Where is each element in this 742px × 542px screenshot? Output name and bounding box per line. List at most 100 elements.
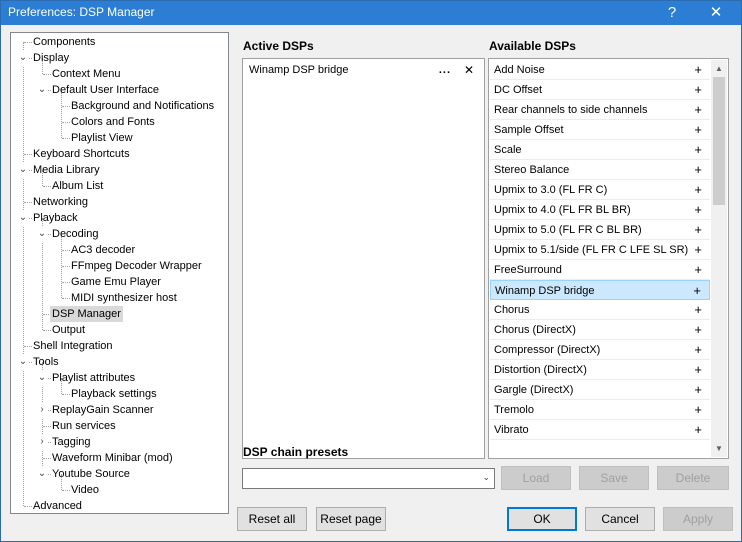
add-dsp-icon[interactable]: + bbox=[694, 180, 702, 200]
help-button[interactable]: ? bbox=[657, 1, 687, 25]
available-dsp-item[interactable]: Chorus + bbox=[490, 300, 710, 320]
available-dsp-item[interactable]: Tremolo + bbox=[490, 400, 710, 420]
tree-item[interactable]: ⌄ Decoding bbox=[11, 226, 228, 242]
tree-item[interactable]: DSP Manager bbox=[11, 306, 228, 322]
tree-item[interactable]: Video bbox=[11, 482, 228, 498]
save-preset-button[interactable]: Save bbox=[579, 466, 649, 490]
tree-item[interactable]: Keyboard Shortcuts bbox=[11, 146, 228, 162]
chevron-down-icon[interactable]: ⌄ bbox=[18, 210, 28, 226]
add-dsp-icon[interactable]: + bbox=[694, 120, 702, 140]
tree-item[interactable]: › Tagging bbox=[11, 434, 228, 450]
tree-item[interactable]: Playback settings bbox=[11, 386, 228, 402]
close-button[interactable]: ✕ bbox=[701, 1, 731, 25]
apply-button[interactable]: Apply bbox=[663, 507, 733, 531]
tree-item[interactable]: Output bbox=[11, 322, 228, 338]
add-dsp-icon[interactable]: + bbox=[694, 160, 702, 180]
available-dsp-item[interactable]: Rear channels to side channels + bbox=[490, 100, 710, 120]
available-dsp-item[interactable]: Chorus (DirectX) + bbox=[490, 320, 710, 340]
tree-item[interactable]: Components bbox=[11, 34, 228, 50]
available-dsp-item[interactable]: Upmix to 4.0 (FL FR BL BR) + bbox=[490, 200, 710, 220]
add-dsp-icon[interactable]: + bbox=[694, 140, 702, 160]
tree-item[interactable]: Playlist View bbox=[11, 130, 228, 146]
available-dsp-item[interactable]: Winamp DSP bridge + bbox=[490, 280, 710, 300]
add-dsp-icon[interactable]: + bbox=[694, 220, 702, 240]
available-dsp-item[interactable]: Stereo Balance + bbox=[490, 160, 710, 180]
add-dsp-icon[interactable]: + bbox=[694, 240, 702, 260]
available-dsp-item[interactable]: Compressor (DirectX) + bbox=[490, 340, 710, 360]
tree-item[interactable]: Networking bbox=[11, 194, 228, 210]
chevron-right-icon[interactable]: › bbox=[37, 402, 47, 418]
tree-item[interactable]: ⌄ Tools bbox=[11, 354, 228, 370]
load-preset-button[interactable]: Load bbox=[501, 466, 571, 490]
add-dsp-icon[interactable]: + bbox=[693, 281, 701, 301]
presets-combo[interactable]: ⌄ bbox=[242, 468, 495, 489]
add-dsp-icon[interactable]: + bbox=[694, 380, 702, 400]
tree-item[interactable]: FFmpeg Decoder Wrapper bbox=[11, 258, 228, 274]
available-dsp-item[interactable]: Vibrato + bbox=[490, 420, 710, 440]
tree-item[interactable]: ⌄ Default User Interface bbox=[11, 82, 228, 98]
available-dsp-item[interactable]: Upmix to 5.0 (FL FR C BL BR) + bbox=[490, 220, 710, 240]
active-dsps-list[interactable]: Winamp DSP bridge ... ✕ bbox=[242, 58, 485, 459]
available-dsp-item[interactable]: FreeSurround + bbox=[490, 260, 710, 280]
add-dsp-icon[interactable]: + bbox=[694, 300, 702, 320]
cancel-button[interactable]: Cancel bbox=[585, 507, 655, 531]
tree-item[interactable]: MIDI synthesizer host bbox=[11, 290, 228, 306]
available-dsps-list[interactable]: Add Noise + DC Offset + Rear channels to sid… bbox=[488, 58, 729, 459]
available-dsp-item[interactable]: Add Noise + bbox=[490, 60, 710, 80]
ok-button[interactable]: OK bbox=[507, 507, 577, 531]
tree-item[interactable]: ⌄ Playlist attributes bbox=[11, 370, 228, 386]
add-dsp-icon[interactable]: + bbox=[694, 80, 702, 100]
tree-item[interactable]: Waveform Minibar (mod) bbox=[11, 450, 228, 466]
chevron-down-icon[interactable]: ⌄ bbox=[37, 370, 47, 386]
delete-preset-button[interactable]: Delete bbox=[657, 466, 729, 490]
configure-dsp-button[interactable]: ... bbox=[439, 60, 451, 80]
chevron-down-icon[interactable]: ⌄ bbox=[37, 226, 47, 242]
chevron-down-icon[interactable]: ⌄ bbox=[37, 466, 47, 482]
available-dsp-item[interactable]: Distortion (DirectX) + bbox=[490, 360, 710, 380]
tree-item[interactable]: › ReplayGain Scanner bbox=[11, 402, 228, 418]
add-dsp-icon[interactable]: + bbox=[694, 340, 702, 360]
tree-item[interactable]: Background and Notifications bbox=[11, 98, 228, 114]
preferences-tree[interactable]: Components ⌄ Display Context Menu ⌄ Default U… bbox=[10, 32, 229, 514]
chevron-down-icon[interactable]: ⌄ bbox=[482, 472, 490, 483]
scroll-down-icon[interactable]: ▼ bbox=[711, 440, 727, 457]
available-dsp-item[interactable]: DC Offset + bbox=[490, 80, 710, 100]
reset-all-button[interactable]: Reset all bbox=[237, 507, 307, 531]
scrollbar-thumb[interactable] bbox=[713, 77, 725, 205]
tree-item[interactable]: Advanced bbox=[11, 498, 228, 513]
available-dsp-item[interactable]: Scale + bbox=[490, 140, 710, 160]
available-dsp-item[interactable]: Upmix to 5.1/side (FL FR C LFE SL SR) + bbox=[490, 240, 710, 260]
active-dsp-item[interactable]: Winamp DSP bridge ... ✕ bbox=[244, 60, 483, 80]
add-dsp-icon[interactable]: + bbox=[694, 360, 702, 380]
available-dsp-item[interactable]: Upmix to 3.0 (FL FR C) + bbox=[490, 180, 710, 200]
add-dsp-icon[interactable]: + bbox=[694, 320, 702, 340]
chevron-down-icon[interactable]: ⌄ bbox=[18, 354, 28, 370]
tree-item[interactable]: Game Emu Player bbox=[11, 274, 228, 290]
reset-page-button[interactable]: Reset page bbox=[316, 507, 386, 531]
tree-item[interactable]: Run services bbox=[11, 418, 228, 434]
add-dsp-icon[interactable]: + bbox=[694, 260, 702, 280]
add-dsp-icon[interactable]: + bbox=[694, 400, 702, 420]
tree-item[interactable]: Shell Integration bbox=[11, 338, 228, 354]
chevron-down-icon[interactable]: ⌄ bbox=[18, 162, 28, 178]
remove-dsp-button[interactable]: ✕ bbox=[464, 60, 474, 80]
available-dsp-item[interactable]: Gargle (DirectX) + bbox=[490, 380, 710, 400]
add-dsp-icon[interactable]: + bbox=[694, 60, 702, 80]
tree-item[interactable]: ⌄ Youtube Source bbox=[11, 466, 228, 482]
available-dsps-scrollbar[interactable]: ▲ ▼ bbox=[711, 60, 727, 457]
available-dsp-item[interactable]: Sample Offset + bbox=[490, 120, 710, 140]
scroll-up-icon[interactable]: ▲ bbox=[711, 60, 727, 77]
chevron-down-icon[interactable]: ⌄ bbox=[18, 50, 28, 66]
tree-item[interactable]: ⌄ Display bbox=[11, 50, 228, 66]
chevron-right-icon[interactable]: › bbox=[37, 434, 47, 450]
add-dsp-icon[interactable]: + bbox=[694, 100, 702, 120]
tree-item[interactable]: ⌄ Playback bbox=[11, 210, 228, 226]
tree-item[interactable]: AC3 decoder bbox=[11, 242, 228, 258]
tree-item[interactable]: Album List bbox=[11, 178, 228, 194]
tree-item[interactable]: Colors and Fonts bbox=[11, 114, 228, 130]
add-dsp-icon[interactable]: + bbox=[694, 420, 702, 440]
add-dsp-icon[interactable]: + bbox=[694, 200, 702, 220]
tree-item[interactable]: Context Menu bbox=[11, 66, 228, 82]
tree-item[interactable]: ⌄ Media Library bbox=[11, 162, 228, 178]
chevron-down-icon[interactable]: ⌄ bbox=[37, 82, 47, 98]
